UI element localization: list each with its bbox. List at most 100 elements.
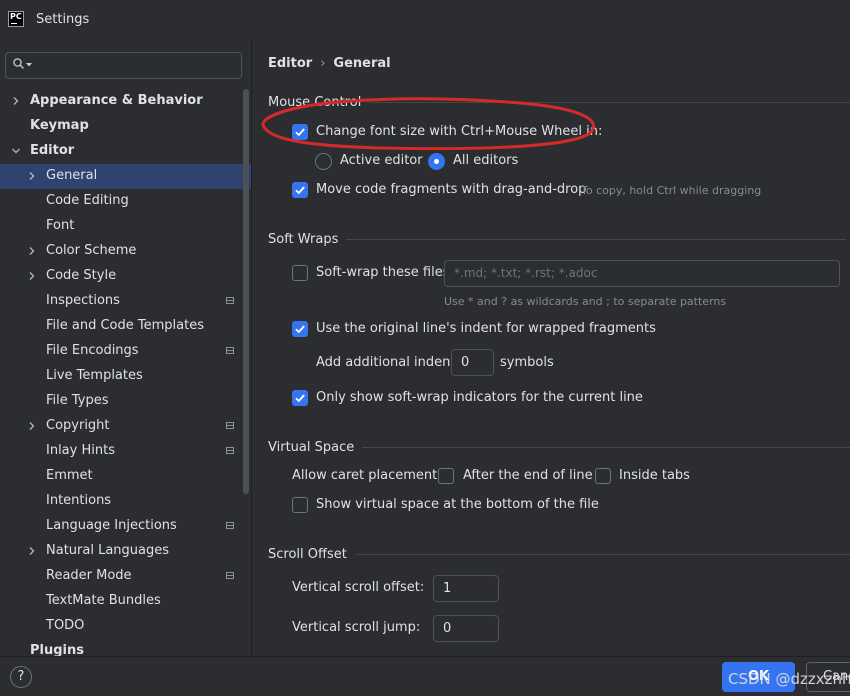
sidebar-item-reader-mode[interactable]: Reader Mode [0, 564, 242, 589]
sidebar-item-label: Inlay Hints [46, 443, 115, 458]
drag-drop-checkbox[interactable] [292, 182, 308, 198]
settings-search-input[interactable] [5, 52, 242, 79]
sidebar-item-label: TODO [46, 618, 85, 633]
section-title: Soft Wraps [268, 232, 339, 247]
section-title: Mouse Control [268, 95, 362, 110]
chevron-right-icon[interactable] [27, 171, 37, 181]
sidebar-item-plugins[interactable]: Plugins [0, 639, 242, 656]
sidebar-item-label: Intentions [46, 493, 112, 508]
all-editors-label[interactable]: All editors [453, 153, 518, 168]
sidebar-item-label: Language Injections [46, 518, 177, 533]
sidebar-item-label: Copyright [46, 418, 110, 433]
after-end-of-line-checkbox[interactable] [438, 468, 454, 484]
section-virtual-space: Virtual Space [268, 440, 850, 455]
project-level-icon [226, 422, 234, 429]
vertical-scroll-offset-label: Vertical scroll offset: [292, 580, 425, 595]
vertical-scroll-offset-input[interactable]: 1 [433, 575, 499, 602]
drag-drop-hint: To copy, hold Ctrl while dragging [581, 184, 762, 197]
sidebar-item-label: Code Editing [46, 193, 129, 208]
sidebar-item-inlay-hints[interactable]: Inlay Hints [0, 439, 242, 464]
original-indent-label[interactable]: Use the original line's indent for wrapp… [316, 321, 656, 336]
chevron-right-icon[interactable] [11, 96, 21, 106]
active-editor-label[interactable]: Active editor [340, 153, 423, 168]
additional-indent-input[interactable]: 0 [451, 349, 494, 376]
settings-content: Editor › General Mouse Control Change font… [252, 40, 850, 656]
only-current-line-label[interactable]: Only show soft-wrap indicators for the c… [316, 390, 643, 405]
additional-indent-suffix: symbols [500, 355, 554, 370]
chevron-right-icon[interactable] [27, 421, 37, 431]
csdn-watermark: CSDN @dzzxzhh [728, 670, 850, 688]
inside-tabs-label[interactable]: Inside tabs [619, 468, 690, 483]
sidebar-item-file-types[interactable]: File Types [0, 389, 242, 414]
sidebar-item-code-editing[interactable]: Code Editing [0, 189, 242, 214]
additional-indent-label: Add additional indent: [316, 355, 460, 370]
sidebar-item-label: Font [46, 218, 75, 233]
sidebar-item-textmate-bundles[interactable]: TextMate Bundles [0, 589, 242, 614]
sidebar-scrollbar[interactable] [243, 89, 249, 494]
sidebar-item-label: Inspections [46, 293, 120, 308]
sidebar-item-label: File Encodings [46, 343, 139, 358]
sidebar-item-label: File Types [46, 393, 109, 408]
breadcrumb-parent[interactable]: Editor [268, 56, 312, 71]
sidebar-item-todo[interactable]: TODO [0, 614, 242, 639]
soft-wrap-files-input[interactable]: *.md; *.txt; *.rst; *.adoc [444, 260, 840, 287]
vertical-scroll-jump-input[interactable]: 0 [433, 615, 499, 642]
inside-tabs-checkbox[interactable] [595, 468, 611, 484]
soft-wrap-files-label[interactable]: Soft-wrap these files: [316, 265, 454, 280]
sidebar-item-language-injections[interactable]: Language Injections [0, 514, 242, 539]
breadcrumb-separator: › [320, 56, 326, 71]
sidebar-item-appearance-behavior[interactable]: Appearance & Behavior [0, 89, 242, 114]
section-divider [362, 447, 850, 448]
chevron-down-icon[interactable] [11, 146, 21, 156]
help-button[interactable]: ? [10, 666, 32, 688]
sidebar-item-label: Code Style [46, 268, 117, 283]
change-font-size-checkbox[interactable] [292, 124, 308, 140]
bottom-of-file-checkbox[interactable] [292, 497, 308, 513]
sidebar-item-font[interactable]: Font [0, 214, 242, 239]
search-history-chevron-icon[interactable] [26, 63, 32, 67]
sidebar-item-label: Appearance & Behavior [30, 93, 203, 108]
checkmark-icon [295, 186, 305, 195]
sidebar-item-file-and-code-templates[interactable]: File and Code Templates [0, 314, 242, 339]
sidebar-item-intentions[interactable]: Intentions [0, 489, 242, 514]
section-title: Virtual Space [268, 440, 355, 455]
sidebar-item-label: General [46, 168, 98, 183]
caret-placement-label: Allow caret placement: [292, 468, 442, 483]
search-icon [13, 58, 24, 69]
sidebar-item-emmet[interactable]: Emmet [0, 464, 242, 489]
chevron-right-icon[interactable] [27, 246, 37, 256]
all-editors-radio[interactable] [428, 153, 445, 170]
section-divider [354, 554, 850, 555]
drag-drop-label[interactable]: Move code fragments with drag-and-drop [316, 182, 586, 197]
only-current-line-checkbox[interactable] [292, 390, 308, 406]
sidebar-item-code-style[interactable]: Code Style [0, 264, 242, 289]
sidebar-item-natural-languages[interactable]: Natural Languages [0, 539, 242, 564]
sidebar-item-label: Emmet [46, 468, 93, 483]
window-title: Settings [36, 12, 90, 27]
soft-wrap-files-checkbox[interactable] [292, 265, 308, 281]
sidebar-item-general[interactable]: General [0, 164, 251, 189]
breadcrumb: Editor › General [268, 56, 391, 71]
change-font-size-label[interactable]: Change font size with Ctrl+Mouse Wheel i… [316, 124, 602, 139]
checkmark-icon [295, 325, 305, 334]
sidebar-item-editor[interactable]: Editor [0, 139, 242, 164]
settings-sidebar: Appearance & Behavior Keymap Editor Gene… [0, 40, 252, 656]
sidebar-item-keymap[interactable]: Keymap [0, 114, 242, 139]
section-scroll-offset: Scroll Offset [268, 547, 850, 562]
sidebar-item-live-templates[interactable]: Live Templates [0, 364, 242, 389]
sidebar-item-copyright[interactable]: Copyright [0, 414, 242, 439]
sidebar-item-label: TextMate Bundles [46, 593, 161, 608]
sidebar-item-file-encodings[interactable]: File Encodings [0, 339, 242, 364]
project-level-icon [226, 297, 234, 304]
chevron-right-icon[interactable] [27, 546, 37, 556]
original-indent-checkbox[interactable] [292, 321, 308, 337]
checkmark-icon [295, 128, 305, 137]
active-editor-radio[interactable] [315, 153, 332, 170]
bottom-of-file-label[interactable]: Show virtual space at the bottom of the … [316, 497, 599, 512]
after-end-of-line-label[interactable]: After the end of line [463, 468, 593, 483]
chevron-right-icon[interactable] [27, 271, 37, 281]
section-divider [369, 102, 850, 103]
sidebar-item-inspections[interactable]: Inspections [0, 289, 242, 314]
sidebar-item-color-scheme[interactable]: Color Scheme [0, 239, 242, 264]
checkmark-icon [295, 394, 305, 403]
